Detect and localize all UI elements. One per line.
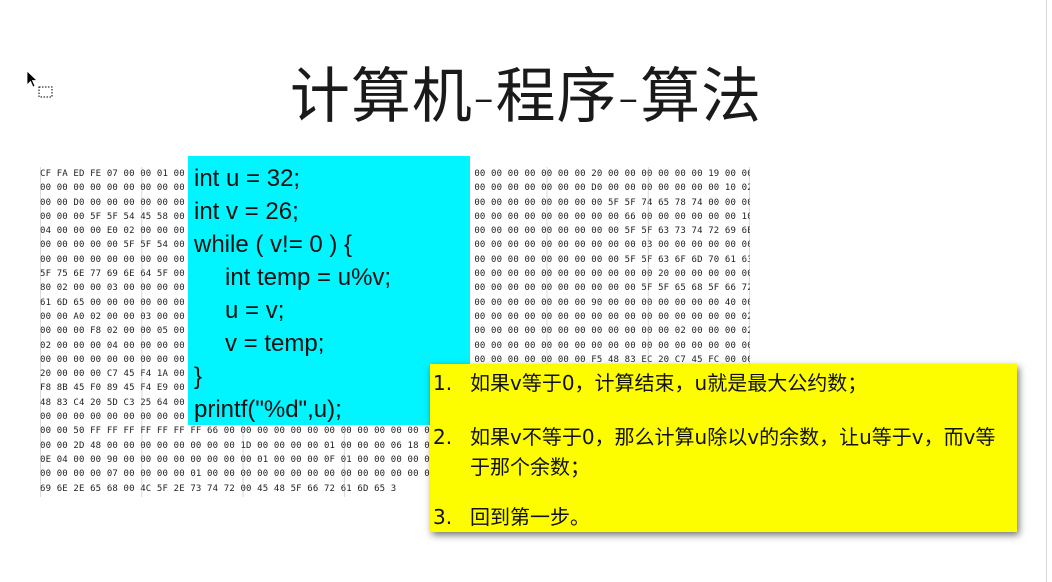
step-number: 2. [433,425,453,449]
algorithm-steps-box: 1. 如果v等于0，计算结束，u就是最大公约数； 2. 如果v不等于0，那么计算… [430,364,1017,532]
step-number: 1. [433,371,453,395]
code-line: int temp = u%v; [225,264,392,291]
code-line: u = v; [225,297,285,324]
step-text: 如果v不等于0，那么计算u除以v的余数，让u等于v，而v等于那个余数； [470,425,996,479]
code-line: int v = 26; [194,198,299,225]
code-line: printf("%d",u); [194,396,342,423]
code-line: int u = 32; [194,165,301,192]
code-line: v = temp; [225,330,325,357]
step-text: 回到第一步。 [470,505,590,529]
code-line: while ( v!= 0 ) { [194,231,353,258]
code-box: int u = 32; int v = 26; while ( v!= 0 ) … [188,156,470,425]
code-line: } [194,363,203,390]
step-number: 3. [433,505,453,529]
slide-title: 计算机-程序-算法 [289,62,763,132]
step-text: 如果v等于0，计算结束，u就是最大公约数； [470,371,868,395]
